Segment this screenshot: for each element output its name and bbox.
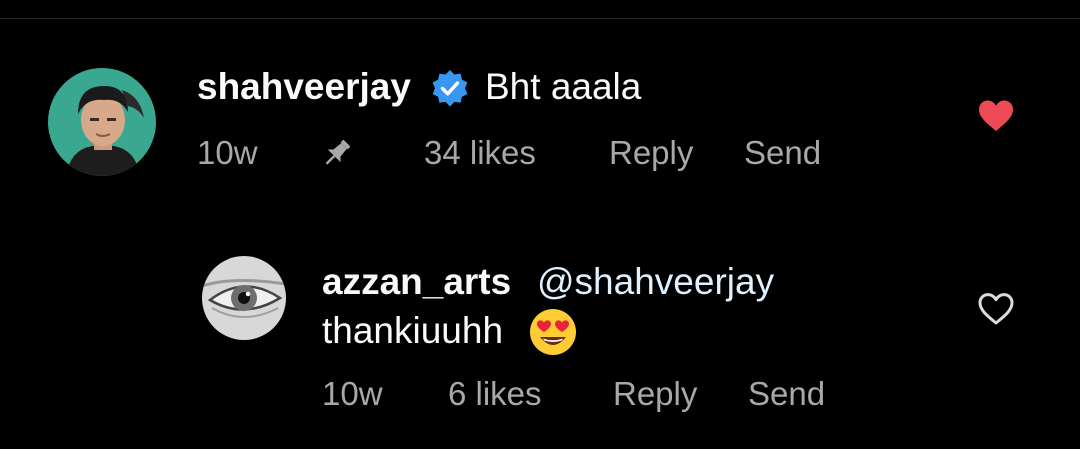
heart-eyes-emoji-icon xyxy=(528,307,578,357)
reply-button[interactable]: Reply xyxy=(609,134,693,172)
comment-time: 10w xyxy=(197,134,258,171)
pin-icon[interactable] xyxy=(320,136,354,170)
comment-username[interactable]: shahveerjay xyxy=(197,66,411,108)
verified-badge-icon xyxy=(430,69,470,109)
reply-reply-button[interactable]: Reply xyxy=(613,375,697,413)
reply-send-button[interactable]: Send xyxy=(748,375,825,413)
reply-mention[interactable]: @shahveerjay xyxy=(537,261,774,303)
comment-likes-count[interactable]: 34 likes xyxy=(424,134,536,172)
divider xyxy=(0,18,1080,19)
heart-filled-icon[interactable] xyxy=(977,99,1015,133)
reply-username[interactable]: azzan_arts xyxy=(322,261,511,303)
heart-outline-icon[interactable] xyxy=(977,292,1015,326)
send-button[interactable]: Send xyxy=(744,134,821,172)
reply-text: thankiuuhh xyxy=(322,310,504,351)
reply-time: 10w xyxy=(322,375,383,412)
comment-text: Bht aaala xyxy=(485,66,642,107)
reply-avatar[interactable] xyxy=(202,256,286,340)
avatar[interactable] xyxy=(48,68,156,176)
reply-likes-count[interactable]: 6 likes xyxy=(448,375,542,413)
